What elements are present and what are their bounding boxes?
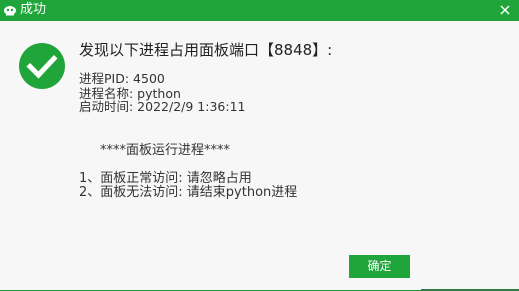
bt-logo-icon — [4, 6, 16, 16]
process-start-time: 启动时间: 2022/2/9 1:36:11 — [79, 99, 246, 114]
checkmark-circle-icon — [19, 43, 65, 89]
advice-item: 1、面板正常访问: 请忽略占用 — [79, 171, 252, 186]
advice-item: 2、面板无法访问: 请结束python进程 — [79, 185, 298, 200]
section-title: ****面板运行进程**** — [100, 143, 231, 158]
message-heading: 发现以下进程占用面板端口【8848】: — [79, 41, 333, 59]
close-icon[interactable] — [497, 2, 513, 18]
process-pid: 进程PID: 4500 — [79, 71, 165, 86]
success-dialog: 成功 发现以下进程占用面板端口【8848】: 进程PID: 4500 进程名称:… — [0, 0, 519, 291]
window-title: 成功 — [20, 2, 47, 17]
title-bar: 成功 — [0, 0, 519, 21]
ok-button[interactable]: 确定 — [349, 255, 410, 278]
